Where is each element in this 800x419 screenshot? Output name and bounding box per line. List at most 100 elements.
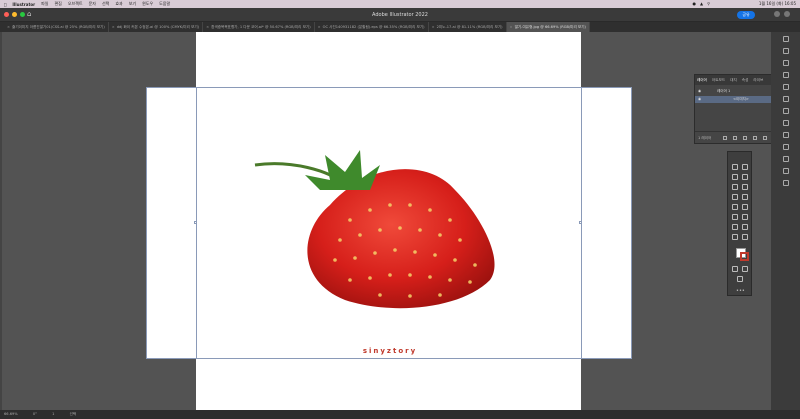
rotate-tool-icon[interactable]: [742, 194, 748, 200]
more-tools-icon[interactable]: •••: [736, 288, 745, 294]
record-icon[interactable]: ●: [692, 1, 696, 6]
layers-count: 1 레이어: [698, 136, 712, 140]
tab-close-icon[interactable]: ×: [112, 25, 115, 29]
pen-tool-icon[interactable]: [732, 174, 738, 180]
doc-tab[interactable]: × 출기이미지 아름진딸기01(CSS.ai @ 25% (RGB/미리 보기): [4, 22, 109, 32]
stroke-icon[interactable]: [783, 132, 789, 138]
menu-select[interactable]: 선택: [102, 1, 109, 7]
search-icon[interactable]: [733, 136, 737, 140]
wifi-icon[interactable]: ▲: [700, 1, 703, 6]
selection-tool-icon[interactable]: [732, 164, 738, 170]
eyedropper-tool-icon[interactable]: [742, 214, 748, 220]
align-icon[interactable]: [783, 180, 789, 186]
tab-artboards[interactable]: 아트보드: [712, 78, 725, 83]
layers-icon[interactable]: [783, 84, 789, 90]
status-icons: ● ▲ ⚲: [692, 1, 710, 6]
menu-window[interactable]: 윈도우: [142, 1, 153, 7]
menu-help[interactable]: 도움말: [159, 1, 170, 7]
eye-icon[interactable]: ◉: [698, 88, 701, 95]
screen-mode-icon[interactable]: [737, 276, 743, 282]
comments-icon[interactable]: [783, 60, 789, 66]
tab-close-icon[interactable]: ×: [432, 25, 435, 29]
layers-footer: 1 레이어: [695, 131, 783, 143]
type-tool-icon[interactable]: [732, 194, 738, 200]
rectangle-tool-icon[interactable]: [732, 184, 738, 190]
swatches-icon[interactable]: [783, 96, 789, 102]
new-layer-icon[interactable]: [763, 136, 767, 140]
tab-libraries[interactable]: 라이브: [753, 78, 763, 83]
window-titlebar: ⌂ Adobe Illustrator 2022 공유: [0, 8, 800, 22]
menu-app-name[interactable]: Illustrator: [12, 2, 35, 7]
workspace-icon[interactable]: [784, 11, 790, 17]
symbol-tool-icon[interactable]: [742, 224, 748, 230]
tab-properties[interactable]: 속성: [742, 78, 749, 83]
export-icon[interactable]: [723, 136, 727, 140]
zoom-tool-icon[interactable]: [742, 234, 748, 240]
doc-tab[interactable]: × ddj 화이 커본 수정본.ai @ 100% (CMYK/미리 보기): [109, 22, 204, 32]
brand-watermark: sinyztory: [362, 347, 418, 355]
menu-edit[interactable]: 편집: [54, 1, 61, 7]
document-tabs: × 출기이미지 아름진딸기01(CSS.ai @ 25% (RGB/미리 보기) …: [0, 22, 800, 32]
layers-panel-tabs: 레이어 아트보드 대지 속성 라이브: [695, 75, 781, 85]
window-title: Adobe Illustrator 2022: [372, 12, 428, 18]
artboard-tool-icon[interactable]: [732, 234, 738, 240]
layer-name: <이미지>: [733, 97, 749, 101]
tab-close-icon[interactable]: ×: [318, 25, 321, 29]
doc-tab-active[interactable]: × 딸기-여유형.jpg @ 66.69% (RGB/미리 보기): [506, 22, 590, 32]
eye-icon[interactable]: ◉: [698, 96, 701, 103]
menu-object[interactable]: 오브젝트: [68, 1, 83, 7]
bounding-handle[interactable]: [579, 221, 582, 224]
strawberry-image: [254, 150, 495, 309]
current-tool[interactable]: 선택: [70, 412, 77, 416]
libraries-icon[interactable]: [783, 48, 789, 54]
tab-close-icon[interactable]: ×: [7, 25, 10, 29]
bounding-handle[interactable]: [194, 221, 197, 224]
curvature-tool-icon[interactable]: [742, 174, 748, 180]
blend-tool-icon[interactable]: [732, 224, 738, 230]
menu-type[interactable]: 문자: [89, 1, 96, 7]
transparency-icon[interactable]: [783, 156, 789, 162]
menubar-clock[interactable]: 1월 16일 (화) 16:05: [759, 1, 796, 7]
tab-close-icon[interactable]: ×: [510, 25, 513, 29]
menu-view[interactable]: 보기: [129, 1, 136, 7]
doc-tab[interactable]: × 흰색중복목표향가, 1 다운 코어.ai* @ 50.67% (RGB/미리 …: [203, 22, 315, 32]
scale-tool-icon[interactable]: [732, 204, 738, 210]
properties-icon[interactable]: [783, 36, 789, 42]
doc-tab[interactable]: × 2미노-17.ai @ 81.11% (RGB/미리 보기): [429, 22, 507, 32]
gradient-icon[interactable]: [783, 144, 789, 150]
tab-close-icon[interactable]: ×: [206, 25, 209, 29]
rotation-value[interactable]: 0°: [33, 412, 37, 416]
brush-tool-icon[interactable]: [742, 184, 748, 190]
shape-builder-tool-icon[interactable]: [732, 214, 738, 220]
width-tool-icon[interactable]: [742, 204, 748, 210]
titlebar-icons: [774, 11, 790, 17]
artboard-number[interactable]: 1: [52, 412, 54, 416]
status-bar: 66.69% 0° 1 선택: [0, 410, 800, 419]
layer-row[interactable]: ◉ 레이어 1: [695, 88, 783, 95]
new-sublayer-icon[interactable]: [753, 136, 757, 140]
tab-label: ddj 화이 커본 수정본.ai @ 100% (CMYK/미리 보기): [116, 25, 200, 29]
none-swatch-icon[interactable]: [742, 266, 748, 272]
search-icon[interactable]: [774, 11, 780, 17]
menu-file[interactable]: 파일: [41, 1, 48, 7]
symbols-icon[interactable]: [783, 120, 789, 126]
tools-panel: •••: [727, 151, 752, 296]
direct-selection-tool-icon[interactable]: [742, 164, 748, 170]
zoom-level[interactable]: 66.69%: [4, 412, 18, 416]
tab-label: 딸기-여유형.jpg @ 66.69% (RGB/미리 보기): [514, 25, 586, 29]
layer-row-selected[interactable]: ◉ <이미지>: [695, 96, 783, 103]
color-mode-icon[interactable]: [732, 266, 738, 272]
tab-ground[interactable]: 대지: [730, 78, 737, 83]
tab-layers[interactable]: 레이어: [697, 78, 707, 83]
stroke-swatch[interactable]: [740, 252, 749, 261]
share-button[interactable]: 공유: [737, 11, 755, 19]
search-icon[interactable]: ⚲: [707, 1, 710, 6]
menu-effect[interactable]: 효과: [115, 1, 122, 7]
apple-icon[interactable]: : [4, 2, 6, 7]
color-icon[interactable]: [783, 72, 789, 78]
clip-icon[interactable]: [743, 136, 747, 140]
doc-tab[interactable]: × OC 사진140931182 (분할됨).eps @ 66.35% (RGB/…: [315, 22, 429, 32]
brushes-icon[interactable]: [783, 108, 789, 114]
tab-label: 2미노-17.ai @ 81.11% (RGB/미리 보기): [436, 25, 503, 29]
appearance-icon[interactable]: [783, 168, 789, 174]
